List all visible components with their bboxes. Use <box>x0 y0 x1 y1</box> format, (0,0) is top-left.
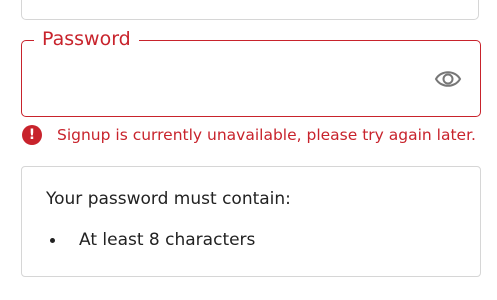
password-requirements: Your password must contain: At least 8 c… <box>21 166 481 277</box>
eye-icon[interactable] <box>433 65 463 93</box>
bullet <box>50 237 55 243</box>
error-text: Signup is currently unavailable, please … <box>57 126 476 144</box>
password-field[interactable]: Password <box>21 27 481 117</box>
previous-input-field[interactable] <box>21 0 479 20</box>
requirement-item: At least 8 characters <box>50 230 255 250</box>
requirements-title: Your password must contain: <box>46 189 291 209</box>
exclamation-icon: ! <box>22 125 42 145</box>
requirement-text: At least 8 characters <box>79 230 256 250</box>
password-label: Password <box>34 27 139 51</box>
signup-form: Password ! Signup is currently unavailab… <box>0 0 497 300</box>
password-input[interactable] <box>38 63 422 95</box>
error-message: ! Signup is currently unavailable, pleas… <box>22 124 476 146</box>
